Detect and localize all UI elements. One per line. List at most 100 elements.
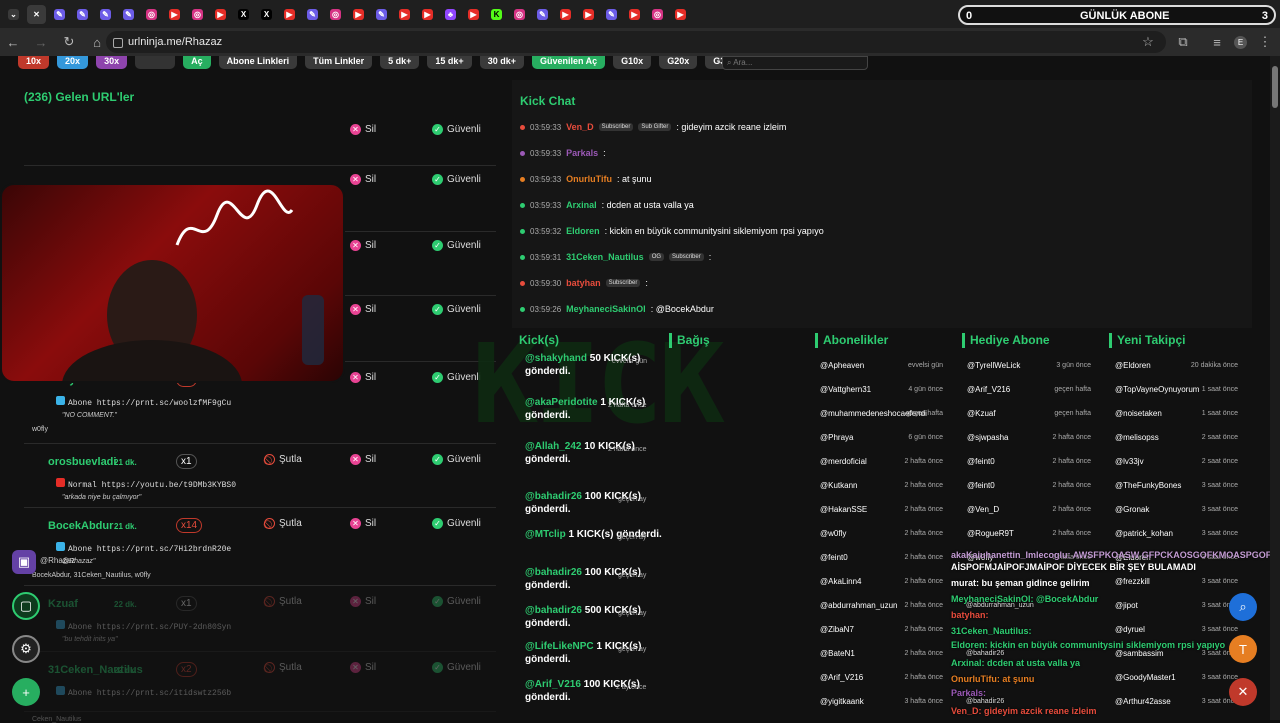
tab-down-icon[interactable]: ⌄ — [4, 5, 23, 24]
search-input[interactable]: ⌕ Ara... — [722, 56, 868, 70]
subs-user[interactable]: @yigitkaank — [820, 697, 864, 706]
row-link-text[interactable]: Abone https://prnt.sc/7Hi2brdnR20e — [68, 545, 231, 554]
subs-user[interactable]: @Vattghern31 — [820, 385, 871, 394]
forward-icon[interactable]: → — [34, 35, 48, 50]
delete-button[interactable]: ✕ Sil — [350, 240, 376, 251]
trust-button[interactable]: ✓ Güvenli — [432, 174, 481, 185]
url-input[interactable]: urlninja.me/Rhazaz — [106, 31, 1166, 53]
filter-chip[interactable]: Güvenilen Aç — [531, 56, 606, 69]
kick-user[interactable]: @akaPeridotite — [525, 397, 598, 408]
tab-ig-icon[interactable]: ◎ — [188, 5, 207, 24]
back-icon[interactable]: ← — [6, 35, 20, 50]
chat-user[interactable]: Parkals — [566, 148, 598, 158]
follows-user[interactable]: @patrick_kohan — [1115, 529, 1173, 538]
row-link[interactable]: Normal https://youtu.be/t9DMb3KYBS0 — [56, 478, 236, 490]
tab-yt-icon[interactable]: ▶ — [211, 5, 230, 24]
tab-pen-icon[interactable]: ✎ — [602, 5, 621, 24]
subs-user[interactable]: @feint0 — [820, 553, 848, 562]
subs-user[interactable]: @w0fly — [820, 529, 846, 538]
kick-user[interactable]: @LifeLikeNPC — [525, 641, 594, 652]
follows-user[interactable]: @jipot — [1115, 601, 1138, 610]
chat-user[interactable]: MeyhaneciSakinOl — [566, 304, 646, 314]
follows-user[interactable]: @melisopss — [1115, 433, 1159, 442]
subs-user[interactable]: @AkaLinn4 — [820, 577, 861, 586]
subs-user[interactable]: @BateN1 — [820, 649, 855, 658]
delete-button[interactable]: ✕ Sil — [350, 174, 376, 185]
row-link[interactable]: Abone https://prnt.sc/itidswtz256b — [56, 686, 231, 698]
delete-button[interactable]: ✕ Sil — [350, 372, 376, 383]
row-link-text[interactable]: Abone https://prnt.sc/woolzfMF9gCu — [68, 399, 231, 408]
subs-user[interactable]: @ZibaN7 — [820, 625, 854, 634]
trust-button[interactable]: ✓ Güvenli — [432, 454, 481, 465]
tab-yt-icon[interactable]: ▶ — [165, 5, 184, 24]
tab-x-icon[interactable]: X — [234, 5, 253, 24]
subs-user[interactable]: @Phraya — [820, 433, 853, 442]
tab-x-icon[interactable]: X — [257, 5, 276, 24]
chat-user[interactable]: 31Ceken_Nautilus — [566, 252, 644, 262]
block-button[interactable]: ⃠ Şutla — [264, 662, 302, 673]
row-link[interactable]: Abone https://prnt.sc/woolzfMF9gCu — [56, 396, 231, 408]
reload-icon[interactable]: ↻ — [62, 34, 76, 50]
tab-yt-icon[interactable]: ▶ — [556, 5, 575, 24]
delete-button[interactable]: ✕ Sil — [350, 596, 376, 607]
extensions-icon[interactable]: ⧉ — [1176, 34, 1190, 50]
gifts-user[interactable]: @TyrellWeLick — [967, 361, 1020, 370]
tab-pen-icon[interactable]: ✎ — [73, 5, 92, 24]
tab-yt-icon[interactable]: ▶ — [395, 5, 414, 24]
gifts-user[interactable]: @RogueR9T — [967, 529, 1014, 538]
menu-icon[interactable]: ⋮ — [1258, 34, 1272, 50]
tab-ig-icon[interactable]: ◎ — [510, 5, 529, 24]
tab-pen-icon[interactable]: ✎ — [372, 5, 391, 24]
block-button[interactable]: ⃠ Şutla — [264, 518, 302, 529]
gifts-user[interactable]: @sjwpasha — [967, 433, 1008, 442]
subs-user[interactable]: @Arif_V216 — [820, 673, 863, 682]
row-link-text[interactable]: Normal https://youtu.be/t9DMb3KYBS0 — [68, 481, 236, 490]
delete-button[interactable]: ✕ Sil — [350, 454, 376, 465]
follows-user[interactable]: @GoodyMaster1 — [1115, 673, 1176, 682]
chat-user[interactable]: Arxinal — [566, 200, 597, 210]
row-link-text[interactable]: Abone https://prnt.sc/PUY-2dn80Syn — [68, 623, 231, 632]
gifts-user[interactable]: @Arif_V216 — [967, 385, 1010, 394]
follows-user[interactable]: @Gronak — [1115, 505, 1149, 514]
row-link[interactable]: Abone https://prnt.sc/PUY-2dn80Syn — [56, 620, 231, 632]
row-username[interactable]: orosbuevladi — [48, 456, 116, 468]
tab-yt-icon[interactable]: ▶ — [579, 5, 598, 24]
add-user-icon[interactable]: + — [12, 678, 40, 706]
gifts-user[interactable]: @Ven_D — [967, 505, 999, 514]
kick-user[interactable]: @Allah_242 — [525, 441, 581, 452]
tab-yt-icon[interactable]: ▶ — [280, 5, 299, 24]
gifts-user[interactable]: @feint0 — [967, 457, 995, 466]
home-icon[interactable]: ⌂ — [90, 35, 104, 50]
tab-pen-icon[interactable]: ✎ — [50, 5, 69, 24]
trust-button[interactable]: ✓ Güvenli — [432, 596, 481, 607]
scrollbar-thumb[interactable] — [1272, 66, 1278, 108]
user-remove-fab-icon[interactable]: ✕ — [1229, 678, 1257, 706]
kick-user[interactable]: @bahadir26 — [525, 491, 582, 502]
gifts-user[interactable]: @feint0 — [967, 481, 995, 490]
tab-yt-icon[interactable]: ▶ — [625, 5, 644, 24]
filter-chip[interactable]: G10x — [613, 56, 652, 69]
trust-button[interactable]: ✓ Güvenli — [432, 662, 481, 673]
delete-button[interactable]: ✕ Sil — [350, 304, 376, 315]
chat-user[interactable]: OnurluTifu — [566, 174, 612, 184]
tab-kick-icon[interactable]: K — [487, 5, 506, 24]
chat-user[interactable]: Ven_D — [566, 122, 594, 132]
subs-user[interactable]: @merdoficial — [820, 457, 867, 466]
twitch-icon[interactable]: ▣ — [12, 550, 36, 574]
bookmark-star-icon[interactable]: ☆ — [1141, 34, 1155, 50]
kick-user[interactable]: @Arif_V216 — [525, 679, 581, 690]
row-link[interactable]: Abone https://prnt.sc/7Hi2brdnR20e — [56, 542, 231, 554]
follows-user[interactable]: @Arthur42asse — [1115, 697, 1171, 706]
tab-pen-icon[interactable]: ✎ — [119, 5, 138, 24]
follows-user[interactable]: @lv33jv — [1115, 457, 1144, 466]
follows-user[interactable]: @Eldoren — [1115, 361, 1151, 370]
trust-button[interactable]: ✓ Güvenli — [432, 518, 481, 529]
filter-chip[interactable]: G20x — [659, 56, 698, 69]
subs-user[interactable]: @Apheaven — [820, 361, 864, 370]
block-button[interactable]: ⃠ Şutla — [264, 454, 302, 465]
row-link-text[interactable]: Abone https://prnt.sc/itidswtz256b — [68, 689, 231, 698]
tab-yt-icon[interactable]: ▶ — [418, 5, 437, 24]
follows-user[interactable]: @noisetaken — [1115, 409, 1162, 418]
tab-pen-icon[interactable]: ✎ — [96, 5, 115, 24]
subs-user[interactable]: @Kutkann — [820, 481, 857, 490]
